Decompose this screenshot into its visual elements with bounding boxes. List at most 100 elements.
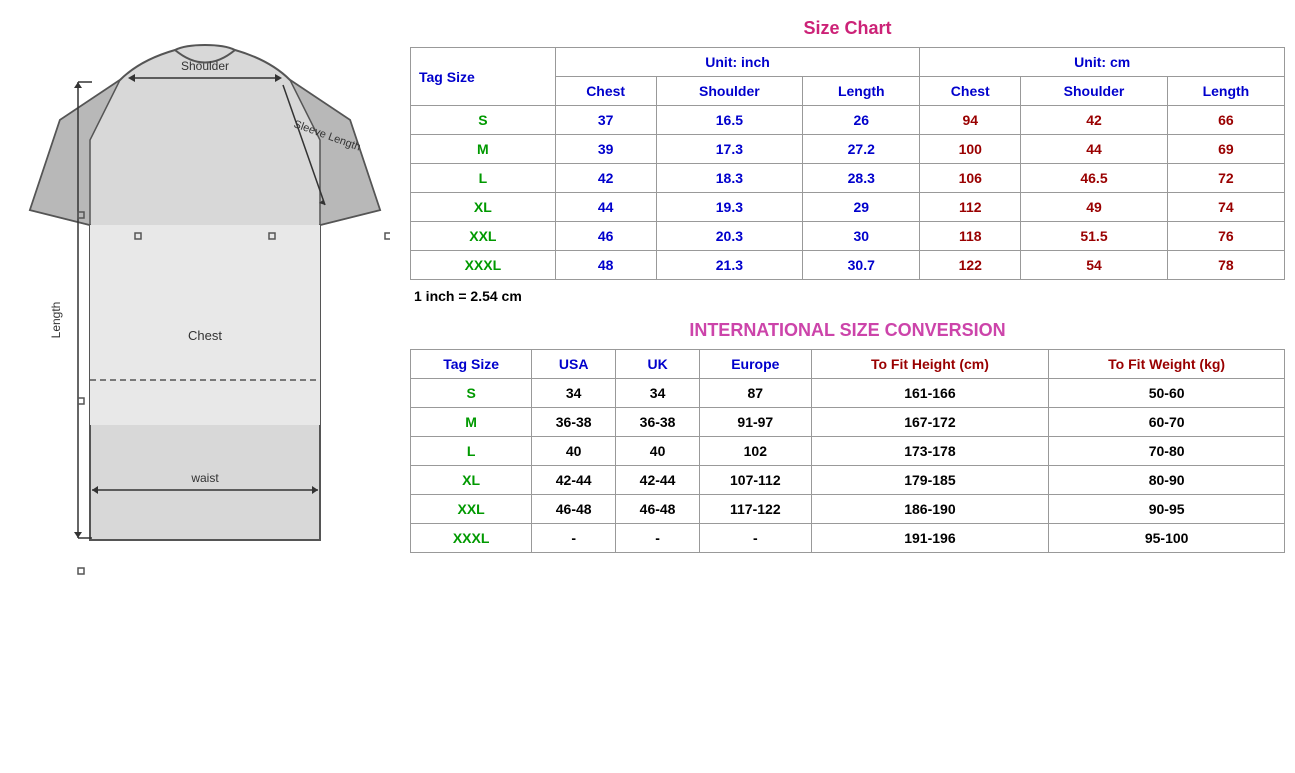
inch-length-cell: 30 (803, 222, 920, 251)
intl-row: XXXL - - - 191-196 95-100 (411, 524, 1285, 553)
intl-weight-cell: 80-90 (1049, 466, 1285, 495)
svg-text:Length: Length (49, 302, 63, 339)
intl-body: S 34 34 87 161-166 50-60 M 36-38 36-38 9… (411, 379, 1285, 553)
size-chart-row: M 39 17.3 27.2 100 44 69 (411, 135, 1285, 164)
cm-length-header: Length (1167, 77, 1284, 106)
inch-shoulder-cell: 20.3 (656, 222, 803, 251)
intl-height-cell: 167-172 (811, 408, 1049, 437)
svg-text:waist: waist (190, 471, 219, 485)
inch-chest-cell: 46 (555, 222, 656, 251)
tag-size-cell: S (411, 106, 556, 135)
intl-usa-cell: 34 (532, 379, 616, 408)
svg-text:Shoulder: Shoulder (181, 59, 229, 73)
intl-europe-cell: 107-112 (700, 466, 812, 495)
intl-header-row: Tag Size USA UK Europe To Fit Height (cm… (411, 350, 1285, 379)
svg-text:Chest: Chest (188, 328, 222, 343)
intl-uk-cell: 46-48 (616, 495, 700, 524)
intl-weight-cell: 90-95 (1049, 495, 1285, 524)
intl-tag-cell: XXXL (411, 524, 532, 553)
intl-height-header: To Fit Height (cm) (811, 350, 1049, 379)
cm-chest-cell: 106 (920, 164, 1021, 193)
inch-chest-cell: 48 (555, 251, 656, 280)
cm-chest-cell: 118 (920, 222, 1021, 251)
cm-chest-cell: 112 (920, 193, 1021, 222)
inch-chest-header: Chest (555, 77, 656, 106)
tshirt-diagram: Shoulder Sleeve Length Chest Length wais… (10, 10, 400, 610)
unit-header-row: Tag Size Unit: inch Unit: cm (411, 48, 1285, 77)
cm-shoulder-cell: 49 (1021, 193, 1168, 222)
intl-tag-cell: XL (411, 466, 532, 495)
intl-row: S 34 34 87 161-166 50-60 (411, 379, 1285, 408)
intl-uk-cell: 36-38 (616, 408, 700, 437)
inch-length-cell: 29 (803, 193, 920, 222)
tables-container: Size Chart Tag Size Unit: inch Unit: cm … (410, 10, 1285, 553)
intl-weight-cell: 95-100 (1049, 524, 1285, 553)
tag-size-cell: XL (411, 193, 556, 222)
size-chart-row: XXL 46 20.3 30 118 51.5 76 (411, 222, 1285, 251)
unit-inch-header: Unit: inch (555, 48, 920, 77)
intl-weight-cell: 70-80 (1049, 437, 1285, 466)
intl-europe-cell: - (700, 524, 812, 553)
intl-usa-cell: 40 (532, 437, 616, 466)
page-container: Shoulder Sleeve Length Chest Length wais… (10, 10, 1285, 610)
intl-europe-cell: 91-97 (700, 408, 812, 437)
size-chart-title: Size Chart (410, 10, 1285, 47)
inch-length-header: Length (803, 77, 920, 106)
intl-weight-cell: 50-60 (1049, 379, 1285, 408)
tag-size-cell: M (411, 135, 556, 164)
intl-uk-cell: 42-44 (616, 466, 700, 495)
tag-size-cell: XXXL (411, 251, 556, 280)
intl-tag-size-header: Tag Size (411, 350, 532, 379)
cm-shoulder-cell: 42 (1021, 106, 1168, 135)
intl-height-cell: 173-178 (811, 437, 1049, 466)
cm-shoulder-cell: 44 (1021, 135, 1168, 164)
intl-uk-cell: - (616, 524, 700, 553)
size-chart-body: S 37 16.5 26 94 42 66 M 39 17.3 27.2 100… (411, 106, 1285, 280)
tshirt-svg: Shoulder Sleeve Length Chest Length wais… (20, 20, 390, 600)
size-chart-table: Tag Size Unit: inch Unit: cm Chest Shoul… (410, 47, 1285, 280)
cm-length-cell: 74 (1167, 193, 1284, 222)
inch-shoulder-cell: 16.5 (656, 106, 803, 135)
cm-shoulder-cell: 51.5 (1021, 222, 1168, 251)
inch-chest-cell: 42 (555, 164, 656, 193)
inch-length-cell: 27.2 (803, 135, 920, 164)
cm-chest-header: Chest (920, 77, 1021, 106)
intl-weight-header: To Fit Weight (kg) (1049, 350, 1285, 379)
intl-table: Tag Size USA UK Europe To Fit Height (cm… (410, 349, 1285, 553)
unit-cm-header: Unit: cm (920, 48, 1285, 77)
size-chart-row: XL 44 19.3 29 112 49 74 (411, 193, 1285, 222)
intl-tag-cell: S (411, 379, 532, 408)
cm-length-cell: 76 (1167, 222, 1284, 251)
tag-size-cell: L (411, 164, 556, 193)
size-chart-row: S 37 16.5 26 94 42 66 (411, 106, 1285, 135)
intl-uk-header: UK (616, 350, 700, 379)
inch-shoulder-cell: 18.3 (656, 164, 803, 193)
size-chart-row: L 42 18.3 28.3 106 46.5 72 (411, 164, 1285, 193)
cm-chest-cell: 100 (920, 135, 1021, 164)
inch-shoulder-header: Shoulder (656, 77, 803, 106)
intl-title: INTERNATIONAL SIZE CONVERSION (410, 312, 1285, 349)
intl-height-cell: 179-185 (811, 466, 1049, 495)
cm-length-cell: 72 (1167, 164, 1284, 193)
intl-europe-cell: 117-122 (700, 495, 812, 524)
inch-length-cell: 30.7 (803, 251, 920, 280)
inch-chest-cell: 37 (555, 106, 656, 135)
intl-row: L 40 40 102 173-178 70-80 (411, 437, 1285, 466)
intl-uk-cell: 34 (616, 379, 700, 408)
intl-europe-header: Europe (700, 350, 812, 379)
inch-shoulder-cell: 19.3 (656, 193, 803, 222)
intl-usa-cell: 46-48 (532, 495, 616, 524)
inch-shoulder-cell: 17.3 (656, 135, 803, 164)
intl-height-cell: 161-166 (811, 379, 1049, 408)
cm-shoulder-cell: 54 (1021, 251, 1168, 280)
intl-height-cell: 186-190 (811, 495, 1049, 524)
cm-length-cell: 69 (1167, 135, 1284, 164)
cm-shoulder-header: Shoulder (1021, 77, 1168, 106)
intl-usa-cell: - (532, 524, 616, 553)
intl-tag-cell: L (411, 437, 532, 466)
intl-uk-cell: 40 (616, 437, 700, 466)
intl-height-cell: 191-196 (811, 524, 1049, 553)
tag-size-label: Tag Size (411, 48, 556, 106)
cm-length-cell: 66 (1167, 106, 1284, 135)
conversion-note: 1 inch = 2.54 cm (410, 280, 1285, 312)
